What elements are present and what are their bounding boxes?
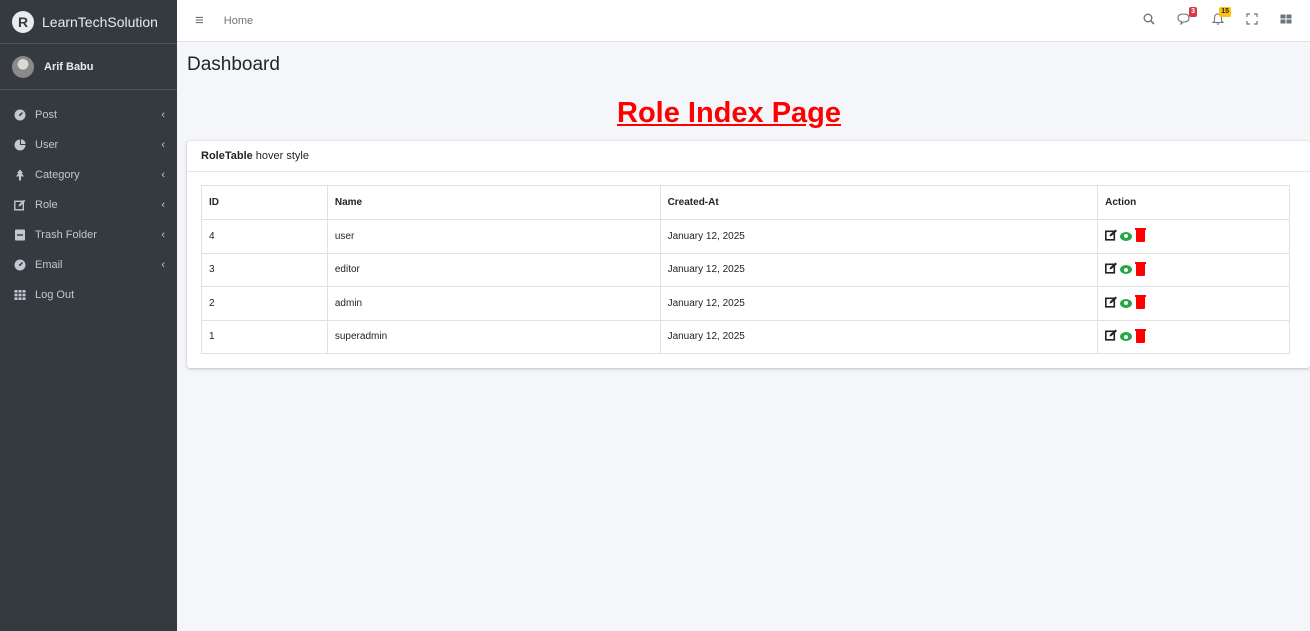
cell-actions	[1097, 219, 1290, 254]
cell-id: 4	[201, 219, 328, 254]
column-header-created-at: Created-At	[659, 185, 1099, 220]
table-row: 1 superadmin January 12, 2025	[201, 319, 1290, 354]
cell-name: editor	[326, 252, 661, 287]
cell-id: 1	[201, 319, 328, 354]
brand-name: LearnTechSolution	[42, 13, 158, 30]
role-table-card: RoleTable hover style ID Name Created-At…	[187, 141, 1310, 368]
card-header: RoleTable hover style	[187, 141, 1310, 172]
tachometer-icon	[13, 108, 27, 122]
tachometer-icon	[13, 258, 27, 272]
table-row: 4 user January 12, 2025	[201, 219, 1290, 254]
edit-icon	[13, 198, 27, 212]
edit-icon[interactable]	[1105, 296, 1118, 311]
bell-icon[interactable]: 15	[1211, 7, 1231, 28]
trash-folder-icon	[13, 228, 27, 242]
view-eye-icon[interactable]	[1120, 298, 1133, 308]
navbar-right: 3 15	[1143, 7, 1292, 28]
cell-actions	[1097, 252, 1290, 287]
notifications-badge: 15	[1219, 7, 1231, 17]
hamburger-menu-icon[interactable]: ≡	[195, 12, 204, 29]
cell-created-at: January 12, 2025	[659, 219, 1099, 254]
sidebar-item-category[interactable]: Category ‹	[0, 160, 177, 190]
sidebar-item-post[interactable]: Post ‹	[0, 100, 177, 130]
tree-icon	[13, 168, 27, 182]
chevron-left-icon: ‹	[161, 169, 165, 181]
cell-name: user	[326, 219, 661, 254]
sidebar-item-label: Post	[35, 109, 58, 121]
user-name: Arif Babu	[44, 60, 94, 73]
messages-badge: 3	[1189, 7, 1197, 17]
sidebar-item-log-out[interactable]: Log Out	[0, 280, 177, 310]
cell-actions	[1097, 286, 1290, 321]
chevron-left-icon: ‹	[161, 139, 165, 151]
messages-icon[interactable]: 3	[1177, 7, 1197, 28]
sidebar-item-label: Role	[35, 199, 58, 211]
sidebar-item-user[interactable]: User ‹	[0, 130, 177, 160]
cell-actions	[1097, 319, 1290, 354]
cell-name: admin	[326, 286, 661, 321]
edit-icon[interactable]	[1105, 262, 1118, 277]
brand-link[interactable]: R LearnTechSolution	[0, 0, 177, 44]
view-eye-icon[interactable]	[1120, 265, 1133, 275]
delete-trash-icon[interactable]	[1135, 295, 1147, 310]
sidebar-item-email[interactable]: Email ‹	[0, 250, 177, 280]
view-eye-icon[interactable]	[1120, 231, 1133, 241]
brand-logo-icon: R	[12, 10, 34, 33]
cell-created-at: January 12, 2025	[659, 319, 1099, 354]
search-icon[interactable]	[1143, 13, 1155, 28]
chevron-left-icon: ‹	[161, 259, 165, 271]
edit-icon[interactable]	[1105, 329, 1118, 344]
sidebar-item-label: Category	[35, 169, 80, 181]
table-header-row: ID Name Created-At Action	[201, 185, 1290, 220]
chevron-left-icon: ‹	[161, 199, 165, 211]
column-header-id: ID	[201, 185, 328, 220]
delete-trash-icon[interactable]	[1135, 328, 1147, 343]
column-header-action: Action	[1097, 185, 1290, 220]
card-title-bold: RoleTable	[201, 150, 253, 162]
chevron-left-icon: ‹	[161, 109, 165, 121]
fullscreen-icon[interactable]	[1246, 13, 1258, 28]
top-navbar: ≡ Home 3 15	[177, 0, 1310, 42]
sidebar-nav: Post ‹ User ‹ Category ‹ Role ‹ Trash Fo…	[0, 90, 177, 310]
sidebar-item-trash-folder[interactable]: Trash Folder ‹	[0, 220, 177, 250]
cell-id: 2	[201, 286, 328, 321]
table-row: 3 editor January 12, 2025	[201, 252, 1290, 287]
sidebar-item-label: Email	[35, 259, 63, 271]
cell-created-at: January 12, 2025	[659, 252, 1099, 287]
pie-chart-icon	[13, 138, 27, 152]
role-index-heading: Role Index Page	[617, 97, 842, 129]
role-table: ID Name Created-At Action 4 user January…	[201, 185, 1290, 354]
edit-icon[interactable]	[1105, 229, 1118, 244]
user-panel[interactable]: Arif Babu	[0, 44, 177, 90]
sidebar-item-label: Log Out	[35, 289, 75, 301]
card-title-rest: hover style	[255, 150, 309, 162]
delete-trash-icon[interactable]	[1135, 228, 1147, 243]
control-sidebar-icon[interactable]	[1280, 13, 1292, 28]
home-link[interactable]: Home	[224, 15, 253, 27]
view-eye-icon[interactable]	[1120, 332, 1133, 342]
table-row: 2 admin January 12, 2025	[201, 286, 1290, 321]
sidebar-item-label: Trash Folder	[35, 229, 97, 241]
page-title: Dashboard	[187, 54, 280, 75]
cell-id: 3	[201, 252, 328, 287]
sidebar-item-role[interactable]: Role ‹	[0, 190, 177, 220]
avatar	[12, 55, 34, 78]
chevron-left-icon: ‹	[161, 229, 165, 241]
grid-icon	[13, 288, 27, 302]
sidebar: R LearnTechSolution Arif Babu Post ‹ Use…	[0, 0, 177, 631]
delete-trash-icon[interactable]	[1135, 261, 1147, 276]
cell-name: superadmin	[326, 319, 661, 354]
cell-created-at: January 12, 2025	[659, 286, 1099, 321]
column-header-name: Name	[326, 185, 661, 220]
sidebar-item-label: User	[35, 139, 59, 151]
